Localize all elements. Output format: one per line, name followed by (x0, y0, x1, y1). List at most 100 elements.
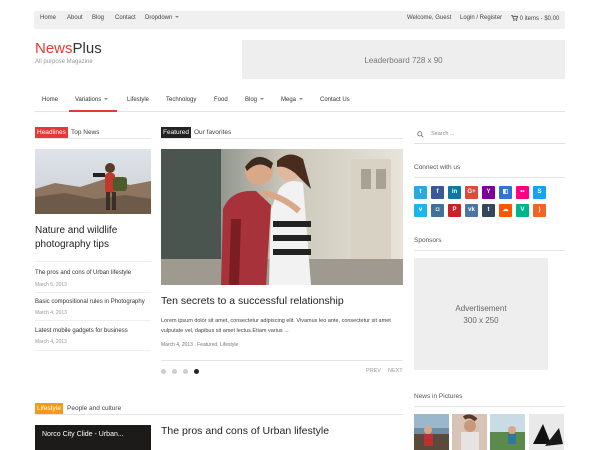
login-register-link[interactable]: Login / Register (460, 15, 502, 21)
nav-mega[interactable]: Mega (281, 97, 304, 103)
headlines-label: Headlines (35, 127, 68, 138)
logo-part-news: News (35, 40, 73, 57)
news-picture-thumb[interactable] (414, 414, 449, 450)
twitter-icon[interactable]: t (414, 186, 427, 199)
facebook-icon[interactable]: f (431, 186, 444, 199)
slider-dot[interactable] (161, 369, 166, 374)
lifestyle-subtitle: People and culture (67, 405, 122, 412)
couple-photo (161, 149, 403, 285)
nav-blog[interactable]: Blog (245, 97, 265, 103)
featured-title[interactable]: Ten secrets to a successful relationship (161, 295, 344, 307)
logo-part-plus: Plus (72, 40, 102, 57)
soundcloud-icon[interactable]: ☁ (499, 204, 512, 217)
slider-dot[interactable] (172, 369, 177, 374)
lifestyle-video-thumb[interactable]: Norco City Clide - Urban... (35, 425, 151, 450)
sidebar-rule (414, 250, 565, 251)
featured-subtitle: Our favorites (194, 129, 232, 136)
headline-divider (35, 261, 151, 262)
delicious-icon[interactable]: ◧ (499, 186, 512, 199)
pictures-heading: News in Pictures (414, 393, 463, 400)
news-picture-thumb[interactable] (529, 414, 564, 450)
ad-size: 300 x 250 (463, 316, 499, 325)
featured-label: Featured (161, 127, 192, 138)
sidebar-rule (414, 177, 565, 178)
search-input[interactable]: Search ... (414, 126, 565, 144)
headline-item-date: March 5, 2013 (35, 282, 67, 288)
connect-heading: Connect with us (414, 164, 461, 171)
news-picture-thumb[interactable] (452, 414, 487, 450)
tumblr-icon[interactable]: t (482, 204, 495, 217)
cart-icon (511, 15, 519, 21)
lifestyle-label: Lifestyle (35, 403, 63, 414)
headline-divider (35, 292, 151, 293)
topbar-link-blog[interactable]: Blog (92, 15, 104, 21)
nav-variations[interactable]: Variations (75, 97, 109, 103)
topbar-link-home[interactable]: Home (40, 15, 56, 21)
cart-link[interactable]: 0 items - $0.00 (511, 15, 559, 22)
sponsors-heading: Sponsors (414, 237, 442, 244)
flickr-icon[interactable]: •• (516, 186, 529, 199)
slider-dot[interactable] (183, 369, 188, 374)
nav-home[interactable]: Home (42, 97, 58, 103)
search-placeholder: Search ... (431, 131, 455, 137)
topbar-dropdown-label: Dropdown (145, 15, 173, 21)
featured-image[interactable] (161, 149, 403, 285)
lifestyle-title[interactable]: The pros and cons of Urban lifestyle (161, 425, 329, 437)
topbar-dropdown[interactable]: Dropdown (145, 15, 180, 21)
headline-divider (35, 350, 151, 351)
nav-lifestyle[interactable]: Lifestyle (127, 97, 149, 103)
top-bar: Home About Blog Contact Dropdown Welcome… (34, 11, 565, 29)
headline-item-date: March 4, 2013 (35, 339, 67, 345)
headline-item-title[interactable]: Latest mobile gadgets for business (35, 328, 128, 334)
vk-icon[interactable]: vk (465, 204, 478, 217)
chevron-down-icon (104, 98, 109, 101)
welcome-text: Welcome, Guest (407, 15, 452, 21)
leaderboard-ad[interactable]: Leaderboard 728 x 90 (242, 40, 565, 79)
rss-icon[interactable]: ) (533, 204, 546, 217)
lifestyle-rule (35, 414, 403, 415)
chevron-down-icon (299, 98, 304, 101)
news-picture-thumb[interactable] (490, 414, 525, 450)
photographer-image[interactable] (35, 149, 151, 214)
slider-prev[interactable]: PREV (366, 368, 381, 374)
nav-contact-us-label: Contact Us (320, 97, 350, 103)
linkedin-icon[interactable]: in (448, 186, 461, 199)
headlines-rule (35, 138, 151, 139)
topbar-link-about[interactable]: About (67, 15, 83, 21)
yahoo-icon[interactable]: Y (482, 186, 495, 199)
featured-rule (161, 138, 403, 139)
headlines-subtitle: Top News (71, 129, 100, 136)
nav-food[interactable]: Food (214, 97, 228, 103)
googleplus-icon[interactable]: G+ (465, 186, 478, 199)
nav-home-label: Home (42, 97, 59, 103)
headline-item-title[interactable]: Basic compositional rules in Photography (35, 299, 145, 305)
pinterest-icon[interactable]: P (448, 204, 461, 217)
vine-icon[interactable]: V (516, 204, 529, 217)
instagram-icon[interactable]: ◘ (431, 204, 444, 217)
slider-next[interactable]: NEXT (388, 368, 403, 374)
chevron-down-icon (175, 16, 180, 19)
featured-divider (161, 360, 403, 361)
ad-label: Advertisement (455, 304, 507, 313)
sponsor-ad[interactable]: Advertisement 300 x 250 (414, 258, 548, 370)
headline-main-title[interactable]: Nature and wildlife photography tips (35, 224, 151, 252)
nav-active-indicator (69, 110, 117, 112)
cart-summary: 0 items - $0.00 (519, 16, 560, 22)
nav-technology[interactable]: Technology (166, 97, 196, 103)
nav-food-label: Food (214, 97, 228, 103)
headline-divider (35, 320, 151, 321)
video-title: Norco City Clide - Urban... (42, 431, 124, 438)
sidebar-rule (414, 406, 565, 407)
nav-lifestyle-label: Lifestyle (127, 97, 150, 103)
photographer-photo (35, 149, 151, 214)
nav-contact-us[interactable]: Contact Us (320, 97, 350, 103)
skype-icon[interactable]: S (533, 186, 546, 199)
headline-item-title[interactable]: The pros and cons of Urban lifestyle (35, 270, 131, 276)
site-logo[interactable]: NewsPlus (35, 40, 102, 57)
topbar-link-contact[interactable]: Contact (115, 15, 136, 21)
search-icon (417, 131, 424, 138)
chevron-down-icon (260, 98, 265, 101)
slider-dot-active[interactable] (194, 369, 199, 374)
vimeo-icon[interactable]: v (414, 204, 427, 217)
leaderboard-label: Leaderboard 728 x 90 (364, 56, 443, 65)
